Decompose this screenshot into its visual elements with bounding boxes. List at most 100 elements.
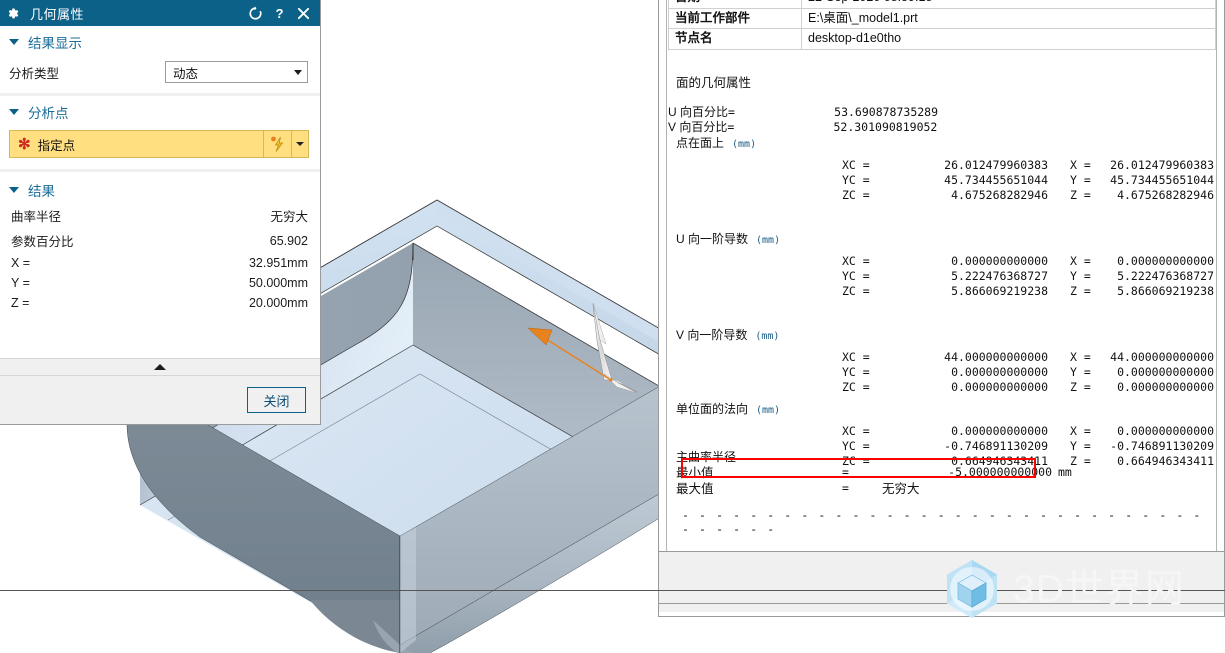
wcs-axis-label: XC = — [842, 253, 870, 268]
percent-value: 52.301090819052 — [833, 119, 938, 134]
section-header-result-display[interactable]: 结果显示 — [0, 26, 320, 57]
vector-row: ZC = 0.000000000000 Z = 0.000000000000 — [668, 379, 1216, 394]
section-divider-dashes: - - - - - - - - - - - - - - - - - - - - … — [682, 508, 1202, 536]
collapse-dialog-button[interactable] — [0, 358, 320, 376]
abs-axis-label: Y = — [1070, 438, 1091, 453]
wcs-axis-label: ZC = — [842, 187, 870, 202]
vector-block-unit: (mm) — [732, 139, 757, 150]
vector-row: YC = 5.222476368727 Y = 5.222476368727 — [668, 268, 1216, 283]
abs-axis-label: X = — [1070, 253, 1091, 268]
analysis-type-row: 分析类型 动态 — [0, 57, 320, 93]
abs-axis-value: 45.734455651044 — [1110, 172, 1214, 187]
wcs-axis-value: -0.746891130209 — [944, 438, 1048, 453]
collapse-up-icon — [154, 364, 166, 370]
specify-point-field[interactable]: ✻ 指定点 — [9, 130, 264, 158]
section-label-result-display: 结果显示 — [28, 36, 82, 51]
wcs-axis-label: ZC = — [842, 379, 870, 394]
equals-sign: = — [727, 119, 735, 134]
abs-axis-label: Z = — [1070, 379, 1091, 394]
wcs-axis-label: XC = — [842, 349, 870, 364]
abs-axis-label: X = — [1070, 423, 1091, 438]
result-key: X = — [11, 256, 31, 270]
abs-axis-value: 5.866069219238 — [1117, 283, 1214, 298]
equals-sign: = — [842, 480, 849, 495]
chevron-down-icon — [9, 39, 19, 45]
vector-rows: XC = 44.000000000000 X = 44.000000000000 YC … — [668, 349, 1216, 394]
vector-row: ZC = 5.866069219238 Z = 5.866069219238 — [668, 283, 1216, 298]
result-key: Z = — [11, 296, 30, 310]
abs-axis-value: -0.746891130209 — [1110, 438, 1214, 453]
results-list: 曲率半径 无穷大 参数百分比 65.902 X = 32.951mm Y = 50.000mm… — [0, 203, 320, 313]
abs-axis-value: 26.012479960383 — [1110, 157, 1214, 172]
vector-block-title-text: V 向一阶导数 — [676, 328, 748, 342]
dialog-titlebar: 几何属性 ? — [0, 0, 320, 26]
point-method-dropdown[interactable] — [292, 130, 309, 158]
maximum-value-row-label: 最大值 — [676, 482, 714, 496]
result-display-section: 结果显示 分析类型 动态 — [0, 26, 320, 93]
vector-block-title-text: 单位面的法向 — [676, 402, 749, 416]
abs-axis-value: 4.675268282946 — [1117, 187, 1214, 202]
maximum-value-row-value: 无穷大 — [882, 482, 920, 496]
vector-block-title: U 向一阶导数 (mm) — [676, 230, 780, 248]
chevron-down-icon — [294, 69, 302, 75]
wcs-axis-value: 0.000000000000 — [951, 423, 1048, 438]
header-table-row: 当前工作部件 E:\桌面\_model1.prt — [668, 7, 1216, 30]
wcs-axis-value: 45.734455651044 — [944, 172, 1048, 187]
wcs-axis-value: 0.000000000000 — [951, 379, 1048, 394]
result-row: 参数百分比 65.902 — [0, 228, 320, 253]
close-icon[interactable] — [296, 6, 311, 21]
header-key: 日期 — [668, 0, 802, 9]
vector-rows: XC = 0.000000000000 X = 0.000000000000 YC = 5… — [668, 253, 1216, 298]
result-value: 20.000mm — [248, 296, 308, 310]
section-label-analysis-point: 分析点 — [28, 106, 69, 121]
help-icon[interactable]: ? — [272, 6, 287, 21]
point-constructor-button[interactable] — [264, 130, 292, 158]
header-value: 22-Sep-2020 08:59:18 — [801, 0, 1216, 9]
wcs-axis-label: XC = — [842, 157, 870, 172]
percent-value: 53.690878735289 — [834, 104, 939, 119]
abs-axis-label: Z = — [1070, 187, 1091, 202]
percent-rows: U 向百分比 = 53.690878735289 V 向百分比 = 52.30109081… — [668, 104, 1216, 135]
reset-icon[interactable] — [248, 6, 263, 21]
vector-block-title: 点在面上 (mm) — [676, 134, 756, 152]
result-row: Z = 20.000mm — [0, 293, 320, 313]
wcs-axis-label: ZC = — [842, 283, 870, 298]
minimum-value-row-unit: mm — [1058, 464, 1072, 479]
wcs-axis-value: 44.000000000000 — [944, 349, 1048, 364]
section-header-results[interactable]: 结果 — [0, 174, 320, 203]
equals-sign: = — [728, 104, 735, 119]
analysis-type-value: 动态 — [173, 66, 199, 81]
wcs-axis-value: 5.222476368727 — [951, 268, 1048, 283]
vector-block-unit: (mm) — [756, 235, 781, 246]
abs-axis-value: 5.222476368727 — [1117, 268, 1214, 283]
result-key: Y = — [11, 276, 30, 290]
geometric-properties-dialog: 几何属性 ? 结果显示 分析类型 动态 分析点 ✻ 指定点 结果 曲率半径 无穷… — [0, 0, 321, 425]
vector-block-unit: (mm) — [756, 405, 781, 416]
gear-icon — [8, 7, 19, 18]
abs-axis-label: X = — [1070, 157, 1091, 172]
abs-axis-value: 0.000000000000 — [1117, 253, 1214, 268]
section-header-analysis-point[interactable]: 分析点 — [0, 96, 320, 127]
close-button[interactable]: 关闭 — [247, 387, 306, 413]
percent-row: U 向百分比 = 53.690878735289 — [668, 104, 1216, 120]
point-lightning-icon — [270, 136, 283, 152]
abs-axis-label: Y = — [1070, 268, 1091, 283]
dialog-footer: 关闭 — [0, 376, 320, 424]
analysis-type-select[interactable]: 动态 — [165, 61, 308, 83]
horizontal-rule-primary — [0, 590, 1225, 591]
chevron-down-icon — [296, 142, 304, 146]
wcs-axis-value: 0.000000000000 — [951, 364, 1048, 379]
vector-row: YC = 45.734455651044 Y = 45.734455651044 — [668, 172, 1216, 187]
body-title: 面的几何属性 — [676, 76, 752, 90]
vector-row: XC = 26.012479960383 X = 26.012479960383 — [668, 157, 1216, 172]
header-key: 当前工作部件 — [668, 7, 802, 30]
abs-axis-value: 0.000000000000 — [1117, 379, 1214, 394]
header-value: desktop-d1e0tho — [801, 28, 1216, 50]
svg-text:?: ? — [275, 6, 283, 21]
analysis-type-label: 分析类型 — [9, 66, 60, 81]
wcs-axis-label: YC = — [842, 364, 870, 379]
specify-point-row: ✻ 指定点 — [0, 127, 320, 169]
vector-row: XC = 0.000000000000 X = 0.000000000000 — [668, 253, 1216, 268]
results-section: 结果 曲率半径 无穷大 参数百分比 65.902 X = 32.951mm Y = 50.00… — [0, 172, 320, 358]
vector-row: XC = 44.000000000000 X = 44.000000000000 — [668, 349, 1216, 364]
